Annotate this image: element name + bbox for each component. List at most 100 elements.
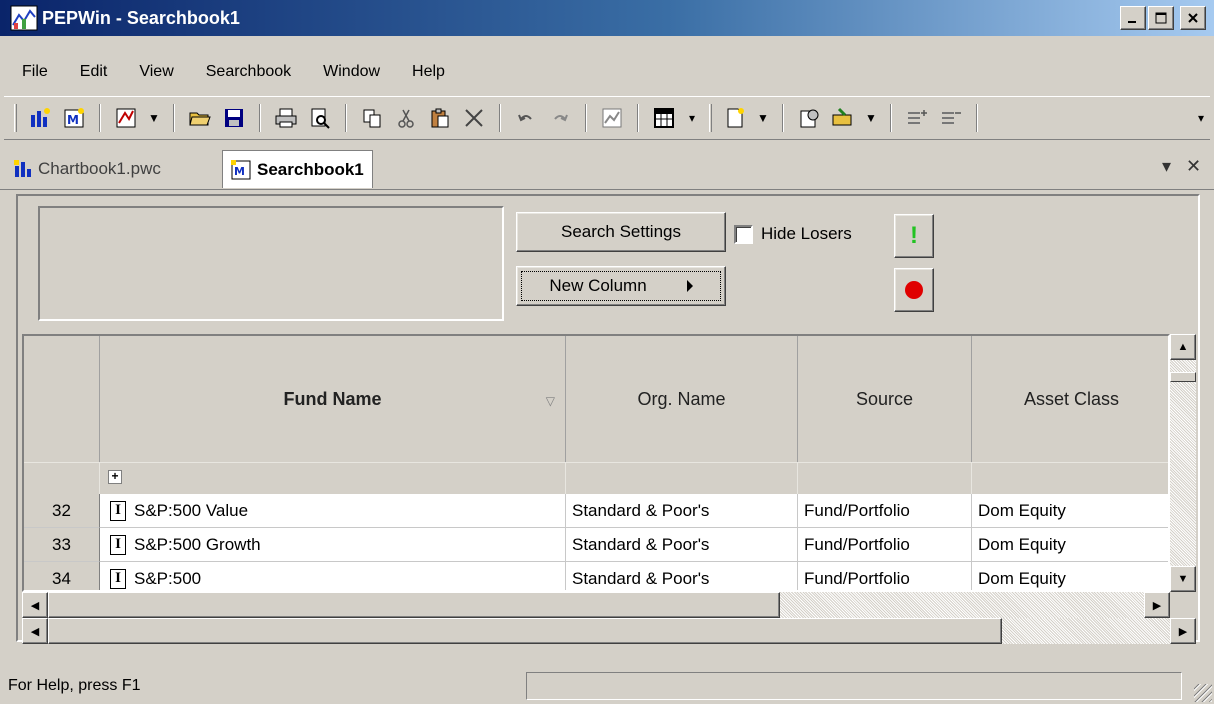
menu-view[interactable]: View <box>121 63 187 81</box>
properties-icon[interactable] <box>794 102 824 134</box>
column-header-org-name[interactable]: Org. Name <box>566 336 798 462</box>
table-cell-source[interactable]: Fund/Portfolio <box>798 494 972 528</box>
record-button[interactable] <box>894 268 934 312</box>
cut-icon[interactable] <box>391 102 421 134</box>
status-pane <box>526 672 1182 700</box>
scroll-right-icon[interactable]: ▶ <box>1144 592 1170 618</box>
undo-icon[interactable] <box>511 102 541 134</box>
row-number: 32 <box>24 494 100 528</box>
folder-action-icon[interactable] <box>828 102 858 134</box>
table-cell-fund[interactable]: I S&P:500 Growth <box>100 528 566 562</box>
run-search-button[interactable]: ! <box>894 214 934 258</box>
table-cell-asset[interactable]: Dom Equity <box>972 494 1168 528</box>
close-tab-icon[interactable]: ✕ <box>1186 156 1201 177</box>
menu-help[interactable]: Help <box>394 63 459 81</box>
searchbook-panel: Search Settings New Column Hide Losers !… <box>16 194 1200 644</box>
scroll-up-icon[interactable]: ▲ <box>1170 334 1196 360</box>
scroll-left-icon[interactable]: ◀ <box>22 592 48 618</box>
menu-edit[interactable]: Edit <box>62 63 122 81</box>
minimize-button[interactable] <box>1120 6 1146 30</box>
index-fund-icon: I <box>110 568 126 589</box>
index-fund-icon: I <box>110 500 126 521</box>
row-number: 33 <box>24 528 100 562</box>
toolbar-overflow-icon[interactable]: ▾ <box>683 102 701 134</box>
results-table: Fund Name ▽ Org. Name Source Asset Class… <box>22 334 1170 592</box>
new-column-label: New Column <box>549 276 647 295</box>
column-header-source[interactable]: Source <box>798 336 972 462</box>
grid-horizontal-scrollbar[interactable]: ◀ ▶ <box>22 592 1170 618</box>
search-settings-button[interactable]: Search Settings <box>516 212 726 252</box>
search-criteria-box <box>38 206 504 321</box>
column-header-fund-name[interactable]: Fund Name ▽ <box>100 336 566 462</box>
new-chartbook-icon[interactable] <box>25 102 55 134</box>
calculator-icon[interactable] <box>649 102 679 134</box>
scroll-thumb[interactable] <box>48 618 1002 644</box>
table-cell-asset[interactable]: Dom Equity <box>972 562 1168 590</box>
chevron-down-icon[interactable]: ▼ <box>862 102 880 134</box>
menu-searchbook[interactable]: Searchbook <box>188 63 305 81</box>
table-cell-org[interactable]: Standard & Poor's <box>566 494 798 528</box>
remove-row-icon[interactable] <box>936 102 966 134</box>
new-document-icon[interactable] <box>720 102 750 134</box>
table-cell-fund[interactable]: I S&P:500 <box>100 562 566 590</box>
open-folder-icon[interactable] <box>185 102 215 134</box>
tab-searchbook[interactable]: M Searchbook1 <box>222 150 373 188</box>
new-column-button[interactable]: New Column <box>516 266 726 306</box>
svg-text:M: M <box>67 113 79 127</box>
redo-icon[interactable] <box>545 102 575 134</box>
print-icon[interactable] <box>271 102 301 134</box>
tab-chartbook[interactable]: Chartbook1.pwc <box>14 152 161 186</box>
document-tab-bar: Chartbook1.pwc M Searchbook1 ▾ ✕ <box>0 144 1214 190</box>
close-button[interactable] <box>1180 6 1206 30</box>
menu-window[interactable]: Window <box>305 63 394 81</box>
table-cell-source[interactable]: Fund/Portfolio <box>798 562 972 590</box>
fund-name: S&P:500 Value <box>134 500 249 520</box>
column-header-label: Fund Name <box>283 388 382 409</box>
edit-chart-icon[interactable] <box>597 102 627 134</box>
chart-icon[interactable] <box>111 102 141 134</box>
scroll-down-icon[interactable]: ▼ <box>1170 566 1196 592</box>
table-cell-fund[interactable]: I S&P:500 Value <box>100 494 566 528</box>
title-bar: PEPWin - Searchbook1 <box>0 0 1214 36</box>
resize-grip-icon[interactable] <box>1194 684 1212 702</box>
table-cell-org[interactable]: Standard & Poor's <box>566 528 798 562</box>
menu-file[interactable]: File <box>0 63 62 81</box>
sort-icon: ▽ <box>545 394 555 408</box>
toolbar-grip-2[interactable] <box>709 104 712 132</box>
new-searchbook-icon[interactable]: M <box>59 102 89 134</box>
panel-horizontal-scrollbar[interactable]: ◀ ▶ <box>22 618 1196 644</box>
toolbar-grip[interactable] <box>14 104 17 132</box>
tab-chartbook-label: Chartbook1.pwc <box>38 159 161 178</box>
fund-name: S&P:500 <box>134 568 202 588</box>
chartbook-icon <box>14 160 31 177</box>
chevron-down-icon[interactable]: ▼ <box>145 102 163 134</box>
tab-list-icon[interactable]: ▾ <box>1162 156 1171 177</box>
delete-icon[interactable] <box>459 102 489 134</box>
vertical-scrollbar[interactable]: ▲ ▼ <box>1170 334 1196 592</box>
save-icon[interactable] <box>219 102 249 134</box>
hide-losers-label: Hide Losers <box>761 224 852 243</box>
toolbar: M ▼ ▾ ▼ ▼ ▾ <box>4 96 1210 140</box>
scroll-left-icon[interactable]: ◀ <box>22 618 48 644</box>
table-cell-asset[interactable]: Dom Equity <box>972 528 1168 562</box>
print-preview-icon[interactable] <box>305 102 335 134</box>
column-header-asset-class[interactable]: Asset Class <box>972 336 1168 462</box>
paste-icon[interactable] <box>425 102 455 134</box>
chevron-down-icon[interactable]: ▼ <box>754 102 772 134</box>
hide-losers-toggle[interactable]: Hide Losers <box>734 224 852 244</box>
hide-losers-checkbox[interactable] <box>734 224 753 244</box>
scroll-thumb[interactable] <box>48 592 780 618</box>
add-row-icon[interactable] <box>902 102 932 134</box>
toolbar-overflow-icon[interactable]: ▾ <box>1192 102 1210 134</box>
fund-name: S&P:500 Growth <box>134 534 261 554</box>
maximize-button[interactable] <box>1148 6 1174 30</box>
searchbook-icon: M <box>231 159 251 179</box>
table-cell-org[interactable]: Standard & Poor's <box>566 562 798 590</box>
expand-icon[interactable]: + <box>108 470 122 484</box>
scroll-thumb[interactable] <box>1170 372 1196 382</box>
copy-icon[interactable] <box>357 102 387 134</box>
status-bar: For Help, press F1 <box>0 668 1214 704</box>
tab-searchbook-label: Searchbook1 <box>257 159 364 179</box>
table-cell-source[interactable]: Fund/Portfolio <box>798 528 972 562</box>
scroll-right-icon[interactable]: ▶ <box>1170 618 1196 644</box>
